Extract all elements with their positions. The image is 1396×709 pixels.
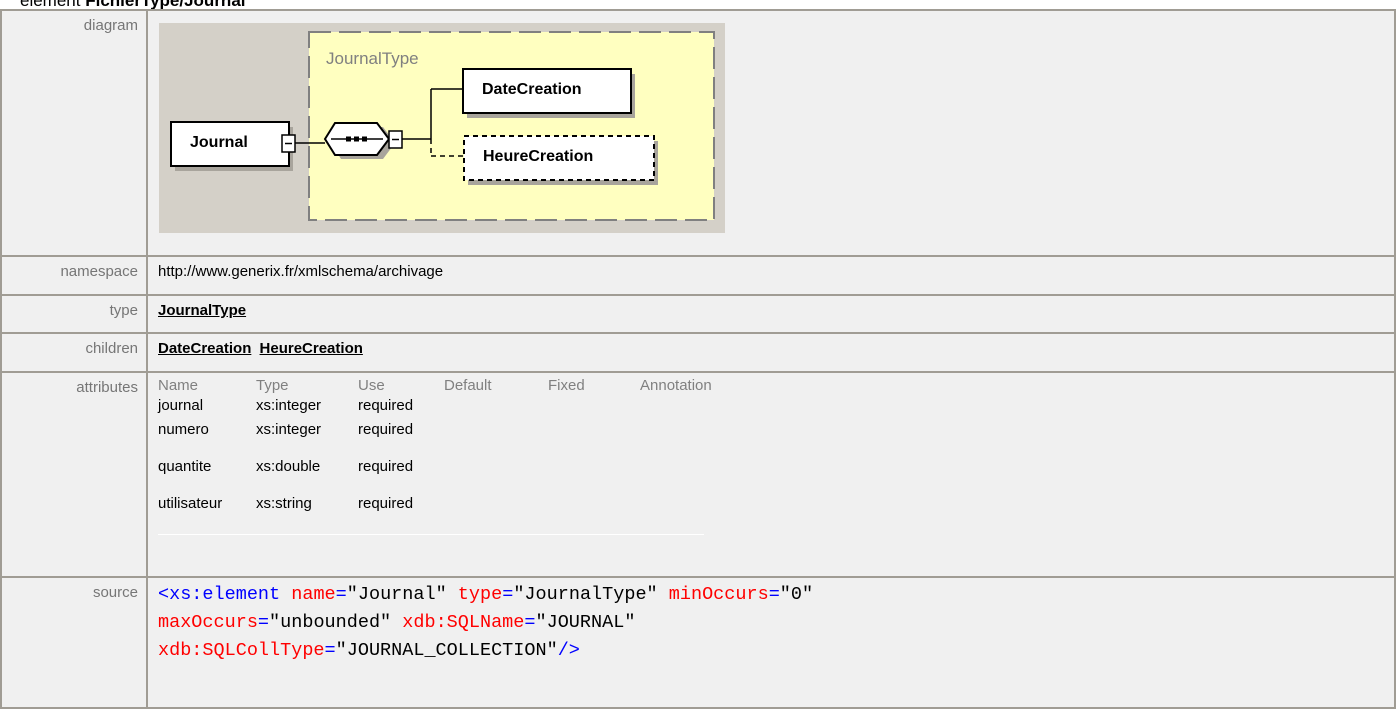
- attr-name: quantite: [158, 457, 212, 475]
- attr-use: required: [358, 494, 414, 512]
- attr-use: required: [358, 396, 414, 414]
- type-cell: JournalType: [148, 295, 1394, 333]
- element-doc-table: diagram JournalType Journal DateCreation…: [0, 9, 1396, 709]
- src-eq: =: [502, 584, 514, 606]
- attr-type: xs:integer: [256, 420, 322, 438]
- src-eq: =: [335, 584, 347, 606]
- attr-name: journal: [158, 396, 204, 414]
- src-tag-open: <xs:element: [158, 584, 281, 606]
- row-source: source <xs:element name="Journal" type="…: [2, 578, 1394, 707]
- label-children: children: [2, 334, 146, 371]
- src-val: "JOURNAL_COLLECTION": [335, 640, 558, 662]
- src-eq: =: [257, 612, 270, 634]
- attr-use: required: [358, 457, 414, 475]
- attr-header-fixed: Fixed: [548, 376, 585, 394]
- attribute-row: journal xs:integer required: [158, 397, 726, 421]
- src-eq: =: [524, 612, 536, 634]
- src-val: "Journal": [346, 584, 447, 606]
- attr-type: xs:string: [256, 494, 312, 512]
- src-attr: minOccurs: [668, 584, 769, 606]
- attribute-row: numero xs:integer required: [158, 421, 726, 458]
- src-eq: =: [324, 640, 336, 662]
- row-namespace: namespace http://www.generix.fr/xmlschem…: [2, 257, 1394, 294]
- src-val: "0": [779, 584, 814, 606]
- label-namespace: namespace: [2, 257, 146, 294]
- attr-header-name: Name: [158, 376, 199, 394]
- src-attr: type: [457, 584, 503, 606]
- label-attributes: attributes: [2, 372, 146, 577]
- src-val: "JournalType": [513, 584, 658, 606]
- diagram-cell: JournalType Journal DateCreation HeureCr…: [148, 11, 1394, 256]
- diagram-datecreation-label: DateCreation: [482, 81, 582, 98]
- attr-use: required: [358, 420, 414, 438]
- attr-header-annotation: Annotation: [640, 376, 712, 394]
- attribute-row: utilisateur xs:string required: [158, 495, 726, 532]
- attr-name: utilisateur: [158, 494, 223, 512]
- attribute-row: quantite xs:double required: [158, 458, 726, 495]
- src-attr: name: [291, 584, 336, 606]
- type-link[interactable]: JournalType: [158, 302, 246, 319]
- src-eq: =: [768, 584, 780, 606]
- diagram-heurecreation-label: HeureCreation: [483, 148, 594, 165]
- namespace-value: http://www.generix.fr/xmlschema/archivag…: [148, 257, 1394, 294]
- diagram-journal-label: Journal: [190, 134, 248, 151]
- row-children: children DateCreation HeureCreation: [2, 334, 1394, 371]
- schema-diagram: JournalType Journal DateCreation HeureCr…: [159, 23, 725, 233]
- label-type: type: [2, 295, 146, 333]
- attr-header-type: Type: [256, 376, 289, 394]
- children-cell: DateCreation HeureCreation: [148, 334, 1394, 371]
- row-diagram: diagram JournalType Journal DateCreation…: [2, 11, 1394, 256]
- attributes-table: Name Type Use Default Fixed Annotation j…: [158, 377, 726, 532]
- attr-type: xs:double: [256, 457, 321, 475]
- attributes-cell: Name Type Use Default Fixed Annotation j…: [148, 372, 1394, 577]
- attr-header-default: Default: [444, 376, 492, 394]
- src-tag-close: />: [557, 640, 580, 662]
- src-attr: xdb:SQLCollType: [158, 640, 325, 662]
- source-code: <xs:element name="Journal" type="Journal…: [158, 581, 1394, 665]
- child-link-heurecreation[interactable]: HeureCreation: [260, 340, 363, 357]
- attr-name: numero: [158, 420, 209, 438]
- source-cell: <xs:element name="Journal" type="Journal…: [148, 578, 1394, 707]
- src-attr: maxOccurs: [158, 612, 258, 634]
- attributes-header-row: Name Type Use Default Fixed Annotation: [158, 377, 726, 397]
- child-link-datecreation[interactable]: DateCreation: [158, 340, 251, 357]
- diagram-graphic: [170, 31, 715, 221]
- src-attr: xdb:SQLName: [402, 612, 525, 634]
- row-type: type JournalType: [2, 295, 1394, 333]
- label-diagram: diagram: [2, 11, 146, 256]
- attr-type: xs:integer: [256, 396, 322, 414]
- diagram-type-label: JournalType: [326, 49, 419, 68]
- attributes-divider: [158, 533, 704, 535]
- src-val: "unbounded": [269, 612, 392, 634]
- row-attributes: attributes Name Type Use Default Fixed A…: [2, 372, 1394, 577]
- src-val: "JOURNAL": [535, 612, 636, 634]
- attr-header-use: Use: [358, 376, 385, 394]
- label-source: source: [2, 578, 146, 707]
